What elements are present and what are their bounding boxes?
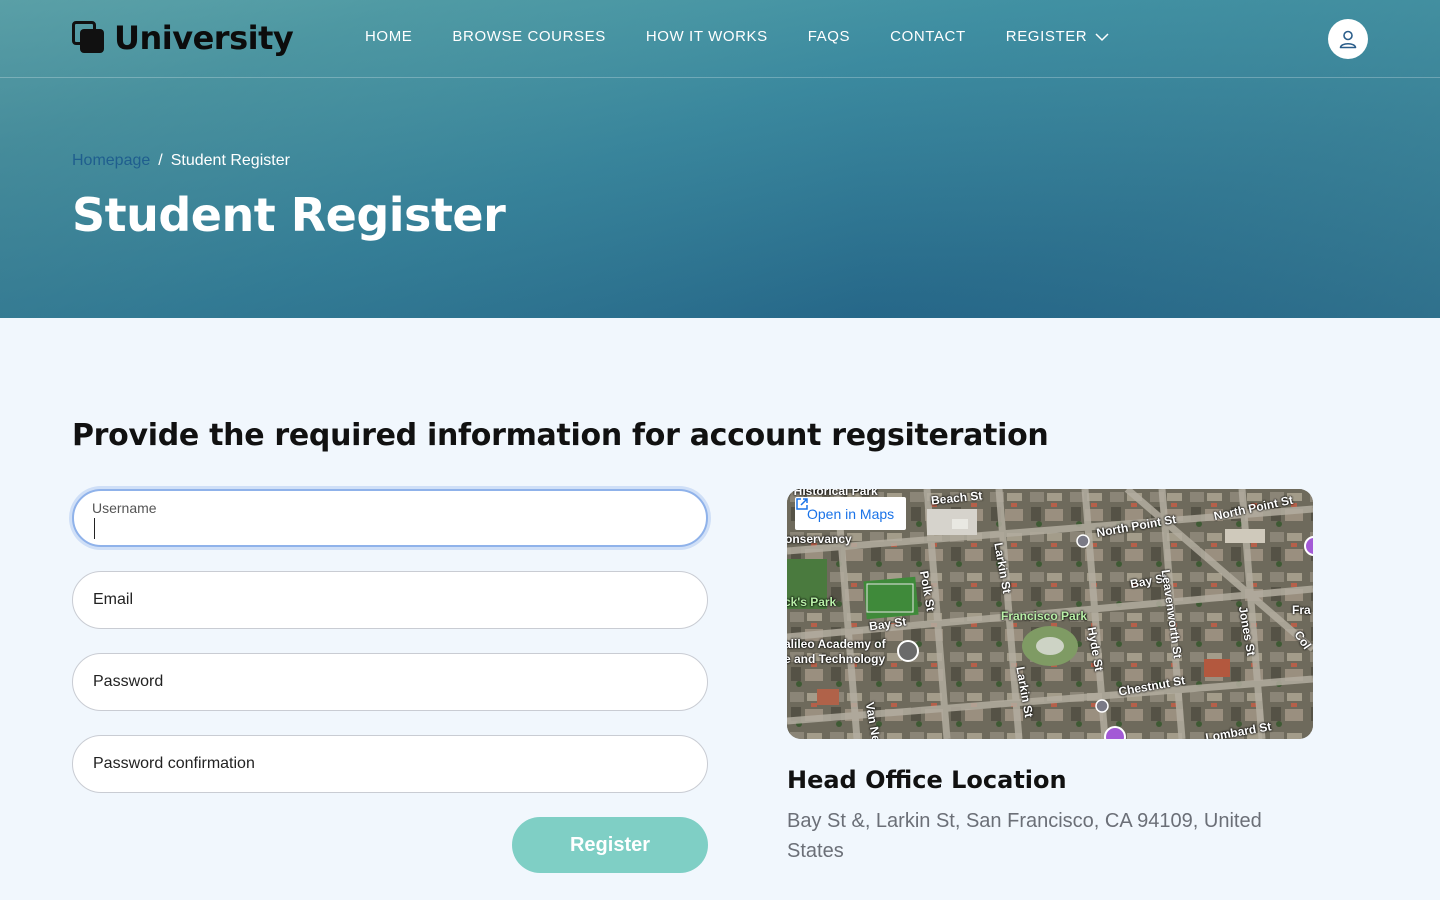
- nav-register-label: REGISTER: [1005, 28, 1088, 45]
- user-icon: [1339, 30, 1357, 49]
- map-label-park: ck's Park: [787, 595, 837, 609]
- user-account-button[interactable]: [1328, 19, 1368, 59]
- password-confirmation-placeholder: Password confirmation: [93, 755, 255, 772]
- breadcrumb: Homepage / Student Register: [72, 152, 290, 170]
- page-title: Student Register: [72, 188, 506, 242]
- breadcrumb-home-link[interactable]: Homepage: [72, 152, 150, 170]
- location-map[interactable]: Open in Maps n Historical Park Beach St …: [787, 489, 1313, 739]
- open-in-maps-button[interactable]: Open in Maps: [795, 497, 907, 530]
- map-label-fra: Fra: [1292, 603, 1311, 617]
- breadcrumb-current: Student Register: [170, 152, 290, 169]
- map-label-galileo-1: alileo Academy of: [787, 637, 886, 651]
- map-label-galileo-2: e and Technology: [787, 652, 886, 666]
- hero-banner: University HOME BROWSE COURSES HOW IT WO…: [0, 0, 1440, 318]
- nav-home[interactable]: HOME: [365, 28, 412, 45]
- head-office-address: Bay St &, Larkin St, San Francisco, CA 9…: [787, 810, 1262, 862]
- password-confirmation-field[interactable]: Password confirmation: [72, 735, 708, 793]
- external-link-icon: [796, 498, 808, 510]
- password-placeholder: Password: [93, 673, 164, 690]
- logo-icon: [72, 21, 106, 55]
- email-placeholder: Email: [93, 591, 134, 608]
- email-field[interactable]: Email: [72, 571, 708, 629]
- head-office-title: Head Office Location: [787, 766, 1067, 794]
- username-field[interactable]: Username: [72, 489, 708, 547]
- nav-register-dropdown[interactable]: REGISTER: [1006, 28, 1109, 45]
- map-label-conservancy: onservancy: [787, 532, 852, 546]
- nav-how-it-works[interactable]: HOW IT WORKS: [646, 28, 768, 45]
- brand-name: University: [114, 19, 294, 57]
- nav-browse-courses[interactable]: BROWSE COURSES: [452, 28, 605, 45]
- nav-faqs[interactable]: FAQS: [808, 28, 850, 45]
- username-label: Username: [92, 500, 157, 516]
- form-heading: Provide the required information for acc…: [72, 418, 1049, 453]
- top-navbar: University HOME BROWSE COURSES HOW IT WO…: [0, 0, 1440, 78]
- nav-contact[interactable]: CONTACT: [890, 28, 966, 45]
- breadcrumb-separator: /: [158, 152, 163, 169]
- username-input[interactable]: [94, 515, 684, 539]
- chevron-down-icon: [1095, 32, 1109, 41]
- register-button[interactable]: Register: [512, 817, 708, 873]
- main-nav: HOME BROWSE COURSES HOW IT WORKS FAQS CO…: [365, 28, 1109, 45]
- map-label-historical-park: n Historical Park: [787, 489, 878, 498]
- brand-logo[interactable]: University: [72, 18, 294, 58]
- open-in-maps-label: Open in Maps: [807, 505, 895, 522]
- password-field[interactable]: Password: [72, 653, 708, 711]
- map-label-francisco-park: Francisco Park: [1001, 609, 1088, 623]
